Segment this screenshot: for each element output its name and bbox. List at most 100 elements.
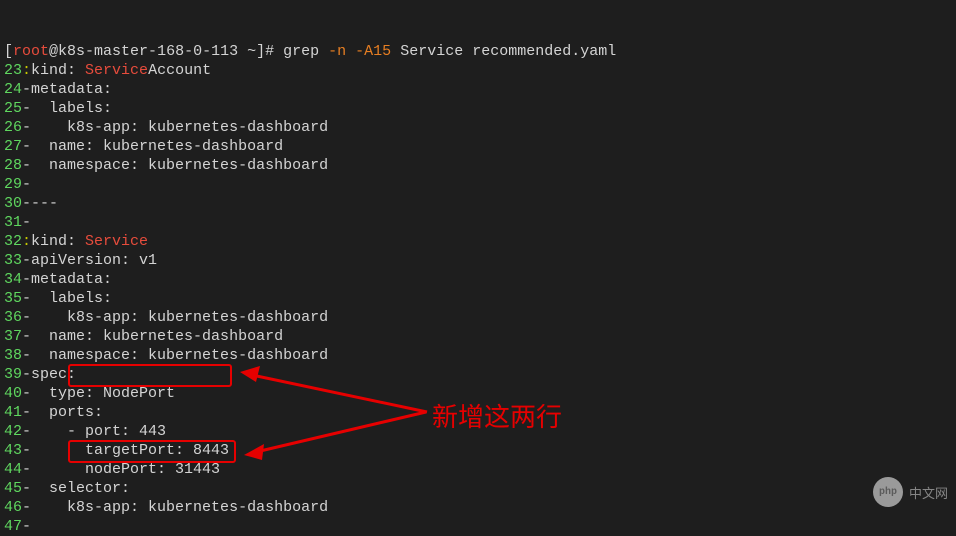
- line-separator: -: [22, 423, 31, 440]
- line-content: selector:: [31, 480, 130, 497]
- line-separator: -: [22, 404, 31, 421]
- output-line: 29-: [4, 175, 952, 194]
- prompt-user: root: [13, 43, 49, 60]
- line-content: ---: [31, 195, 58, 212]
- line-number: 45: [4, 480, 22, 497]
- line-content: name: kubernetes-dashboard: [31, 328, 283, 345]
- line-number: 25: [4, 100, 22, 117]
- line-number: 35: [4, 290, 22, 307]
- line-number: 27: [4, 138, 22, 155]
- line-separator: :: [22, 233, 31, 250]
- output-line: 34-metadata:: [4, 270, 952, 289]
- line-number: 44: [4, 461, 22, 478]
- line-separator: -: [22, 366, 31, 383]
- output-line: 35- labels:: [4, 289, 952, 308]
- line-separator: -: [22, 518, 31, 535]
- output-line: 33-apiVersion: v1: [4, 251, 952, 270]
- line-content: metadata:: [31, 271, 112, 288]
- line-number: 30: [4, 195, 22, 212]
- line-number: 23: [4, 62, 22, 79]
- line-content: name: kubernetes-dashboard: [31, 138, 283, 155]
- line-content: kind:: [31, 62, 85, 79]
- output-line: 26- k8s-app: kubernetes-dashboard: [4, 118, 952, 137]
- line-number: 32: [4, 233, 22, 250]
- output-line: 37- name: kubernetes-dashboard: [4, 327, 952, 346]
- line-separator: -: [22, 100, 31, 117]
- output-line: 43- targetPort: 8443: [4, 441, 952, 460]
- command-flags: -n -A15: [328, 43, 391, 60]
- output-line: 23:kind: ServiceAccount: [4, 61, 952, 80]
- terminal-output[interactable]: [root@k8s-master-168-0-113 ~]# grep -n -…: [4, 4, 952, 536]
- watermark-text: 中文网: [909, 483, 948, 502]
- line-number: 34: [4, 271, 22, 288]
- output-line: 38- namespace: kubernetes-dashboard: [4, 346, 952, 365]
- output-line: 47-: [4, 517, 952, 536]
- line-content: type: NodePort: [31, 385, 175, 402]
- output-line: 28- namespace: kubernetes-dashboard: [4, 156, 952, 175]
- prompt-host: k8s-master-168-0-113: [58, 43, 238, 60]
- line-content: nodePort: 31443: [31, 461, 220, 478]
- output-line: 46- k8s-app: kubernetes-dashboard: [4, 498, 952, 517]
- line-separator: -: [22, 480, 31, 497]
- output-line: 31-: [4, 213, 952, 232]
- line-content: labels:: [31, 100, 112, 117]
- line-content: k8s-app: kubernetes-dashboard: [31, 309, 328, 326]
- line-content: namespace: kubernetes-dashboard: [31, 157, 328, 174]
- line-separator: -: [22, 176, 31, 193]
- output-line: 25- labels:: [4, 99, 952, 118]
- line-content: - port: 443: [31, 423, 166, 440]
- line-number: 46: [4, 499, 22, 516]
- line-separator: :: [22, 62, 31, 79]
- watermark-badge: php: [873, 477, 903, 507]
- grep-match: Service: [85, 233, 148, 250]
- grep-match: Service: [85, 62, 148, 79]
- line-number: 26: [4, 119, 22, 136]
- line-content: k8s-app: kubernetes-dashboard: [31, 499, 328, 516]
- line-separator: -: [22, 328, 31, 345]
- line-separator: -: [22, 499, 31, 516]
- output-line: 24-metadata:: [4, 80, 952, 99]
- line-separator: -: [22, 309, 31, 326]
- line-separator: -: [22, 252, 31, 269]
- line-content-post: Account: [148, 62, 211, 79]
- output-line: 36- k8s-app: kubernetes-dashboard: [4, 308, 952, 327]
- line-number: 24: [4, 81, 22, 98]
- output-line: 27- name: kubernetes-dashboard: [4, 137, 952, 156]
- line-separator: -: [22, 271, 31, 288]
- line-separator: -: [22, 81, 31, 98]
- line-content: labels:: [31, 290, 112, 307]
- line-number: 47: [4, 518, 22, 535]
- line-separator: -: [22, 385, 31, 402]
- line-content: namespace: kubernetes-dashboard: [31, 347, 328, 364]
- line-separator: -: [22, 347, 31, 364]
- line-separator: -: [22, 138, 31, 155]
- command: grep: [283, 43, 319, 60]
- line-separator: -: [22, 461, 31, 478]
- line-number: 29: [4, 176, 22, 193]
- output-line: 39-spec:: [4, 365, 952, 384]
- output-line: 45- selector:: [4, 479, 952, 498]
- line-content: k8s-app: kubernetes-dashboard: [31, 119, 328, 136]
- line-number: 36: [4, 309, 22, 326]
- line-separator: -: [22, 195, 31, 212]
- line-content: ports:: [31, 404, 103, 421]
- line-number: 37: [4, 328, 22, 345]
- watermark: php 中文网: [873, 477, 948, 507]
- line-separator: -: [22, 442, 31, 459]
- line-number: 39: [4, 366, 22, 383]
- line-number: 43: [4, 442, 22, 459]
- line-content: kind:: [31, 233, 85, 250]
- line-number: 31: [4, 214, 22, 231]
- line-number: 40: [4, 385, 22, 402]
- line-number: 28: [4, 157, 22, 174]
- line-separator: -: [22, 290, 31, 307]
- line-content: apiVersion: v1: [31, 252, 157, 269]
- line-number: 33: [4, 252, 22, 269]
- line-number: 41: [4, 404, 22, 421]
- output-line: 32:kind: Service: [4, 232, 952, 251]
- line-separator: -: [22, 157, 31, 174]
- line-number: 38: [4, 347, 22, 364]
- line-number: 42: [4, 423, 22, 440]
- line-content: spec:: [31, 366, 76, 383]
- command-line: [root@k8s-master-168-0-113 ~]# grep -n -…: [4, 42, 952, 61]
